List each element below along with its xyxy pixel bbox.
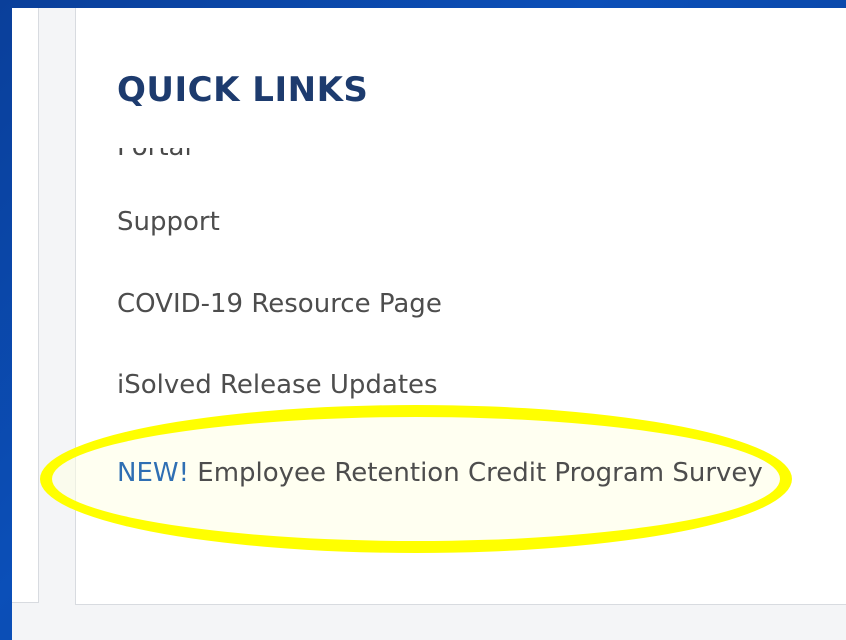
quick-links-card: QUICK LINKS Portal Support COVID-19 Reso…: [75, 8, 846, 605]
new-tag: NEW!: [117, 458, 190, 488]
page-container: QUICK LINKS Portal Support COVID-19 Reso…: [12, 8, 846, 640]
partially-hidden-link-label: Portal: [117, 148, 192, 158]
left-sidebar-panel: [12, 8, 39, 603]
partially-hidden-link[interactable]: Portal: [117, 148, 277, 158]
employee-retention-credit-survey-link[interactable]: NEW! Employee Retention Credit Program S…: [117, 453, 777, 493]
covid-resource-link[interactable]: COVID-19 Resource Page: [117, 290, 442, 319]
employee-retention-credit-survey-label: Employee Retention Credit Program Survey: [197, 458, 763, 488]
support-link[interactable]: Support: [117, 208, 220, 237]
isolved-release-updates-link[interactable]: iSolved Release Updates: [117, 371, 438, 400]
quick-links-title: QUICK LINKS: [117, 70, 369, 110]
